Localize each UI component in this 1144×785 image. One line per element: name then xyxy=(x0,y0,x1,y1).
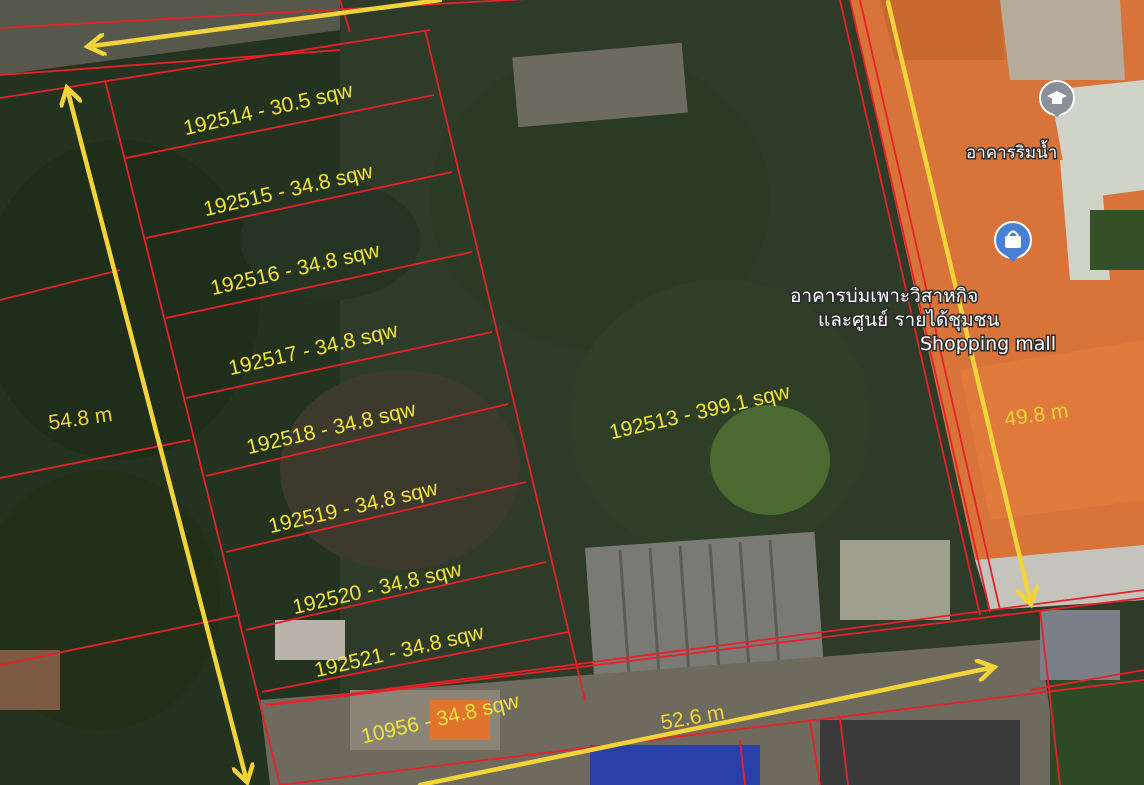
place-label-mall-line1: อาคารบ่มเพาะวิสาหกิจ xyxy=(790,285,978,307)
place-label-mall-line2: และศูนย์ รายได้ชุมชน xyxy=(818,309,1000,332)
place-label-mall-line3: Shopping mall xyxy=(920,333,1056,355)
place-label-riverside-building: อาคารริมน้ำ xyxy=(966,140,1057,163)
parcel-map: 54.8 m 49.8 m 52.6 m 192514 - 30.5 sqw 1… xyxy=(0,0,1144,785)
